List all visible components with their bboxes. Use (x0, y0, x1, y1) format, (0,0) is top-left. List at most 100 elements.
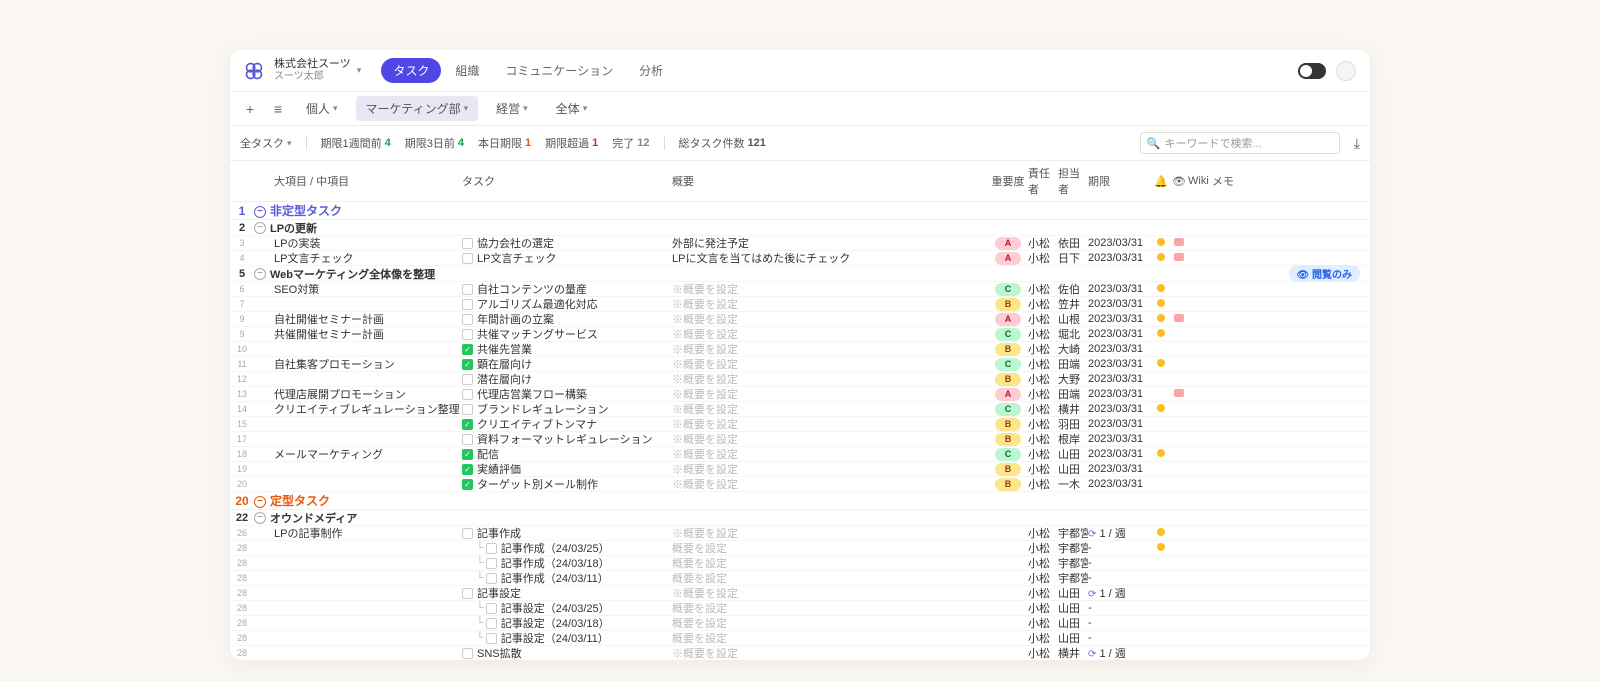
task-checkbox[interactable] (462, 253, 473, 264)
filter-bar: 全タスク▾ 期限1週間前 4 期限3日前 4 本日期限 1 期限超過 1 完了 … (230, 126, 1370, 161)
task-checkbox[interactable] (462, 528, 473, 539)
subsection-lp-update[interactable]: 2 − LPの更新 (230, 220, 1370, 236)
table-row[interactable]: 10 ✓共催先営業 ※概要を設定 B 小松 大崎 2023/03/31 (230, 342, 1370, 357)
download-icon[interactable]: ⤓ (1354, 135, 1360, 152)
bell-indicator (1157, 329, 1165, 337)
add-icon[interactable]: + (240, 99, 260, 119)
priority-badge: C (995, 448, 1021, 461)
filter-week[interactable]: 期限1週間前 4 (321, 135, 391, 151)
task-checkbox[interactable] (462, 299, 473, 310)
search-placeholder: キーワードで検索... (1165, 135, 1262, 151)
task-checkbox[interactable]: ✓ (462, 344, 473, 355)
col-category: 大項目 / 中項目 (270, 173, 462, 189)
col-deadline: 期限 (1088, 173, 1152, 189)
filter-3days[interactable]: 期限3日前 4 (405, 135, 464, 151)
task-checkbox[interactable] (462, 389, 473, 400)
menu-icon[interactable]: ≡ (268, 99, 288, 119)
repeat-icon: ⟳ (1088, 589, 1096, 600)
table-row[interactable]: 17 資料フォーマットレギュレーション ※概要を設定 B 小松 根岸 2023/… (230, 432, 1370, 447)
task-checkbox[interactable] (462, 238, 473, 249)
collapse-icon[interactable]: − (254, 268, 266, 280)
org-user: スーツ太郎 (274, 71, 351, 83)
collapse-icon[interactable]: − (254, 206, 266, 218)
task-checkbox[interactable] (462, 329, 473, 340)
priority-badge: B (995, 478, 1021, 491)
table-row[interactable]: 26 LPの記事制作 記事作成 ※概要を設定 小松 宇都宮 ⟳ 1 / 週 (230, 526, 1370, 541)
section-title: 非定型タスク (270, 202, 342, 219)
section-nonroutine[interactable]: 1 − 非定型タスク (230, 202, 1370, 220)
org-selector[interactable]: 株式会社スーツ スーツ太郎 ▾ (274, 58, 361, 83)
tab-analysis[interactable]: 分析 (627, 58, 675, 83)
task-checkbox[interactable]: ✓ (462, 479, 473, 490)
table-row[interactable]: 28 └記事設定（24/03/25） 概要を設定 小松 山田 - (230, 601, 1370, 616)
repeat-icon: ⟳ (1088, 529, 1096, 540)
org-name: 株式会社スーツ (274, 58, 351, 71)
table-row[interactable]: 18 メールマーケティング ✓配信 ※概要を設定 C 小松 山田 2023/03… (230, 447, 1370, 462)
collapse-icon[interactable]: − (254, 222, 266, 234)
table-row[interactable]: 13 代理店展開プロモーション 代理店営業フロー構築 ※概要を設定 A 小松 田… (230, 387, 1370, 402)
visibility-indicator (1174, 314, 1184, 322)
filter-overdue[interactable]: 期限超過 1 (545, 135, 598, 151)
filter-done[interactable]: 完了 12 (612, 135, 649, 151)
table-row[interactable]: 19 ✓実績評価 ※概要を設定 B 小松 山田 2023/03/31 (230, 462, 1370, 477)
app-window: 株式会社スーツ スーツ太郎 ▾ タスク 組織 コミュニケーション 分析 + ≡ … (230, 50, 1370, 660)
task-checkbox[interactable] (462, 404, 473, 415)
scope-all[interactable]: 全体▾ (546, 96, 598, 121)
table-row[interactable]: 20 ✓ターゲット別メール制作 ※概要を設定 B 小松 一木 2023/03/3… (230, 477, 1370, 492)
table-row[interactable]: 28 SNS拡散 ※概要を設定 小松 横井 ⟳ 1 / 週 (230, 646, 1370, 660)
task-checkbox[interactable]: ✓ (462, 359, 473, 370)
scope-personal[interactable]: 個人▾ (296, 96, 348, 121)
col-memo: メモ (1212, 173, 1236, 189)
table-row[interactable]: 28 └記事作成（24/03/11） 概要を設定 小松 宇都宮 - (230, 571, 1370, 586)
tab-comm[interactable]: コミュニケーション (493, 58, 625, 83)
task-checkbox[interactable] (462, 648, 473, 659)
priority-badge: B (995, 373, 1021, 386)
table-row[interactable]: 28 └記事作成（24/03/25） 概要を設定 小松 宇都宮 - (230, 541, 1370, 556)
table-row[interactable]: 7 アルゴリズム最適化対応 ※概要を設定 B 小松 笠井 2023/03/31 (230, 297, 1370, 312)
table-row[interactable]: 9 自社開催セミナー計画 年間計画の立案 ※概要を設定 A 小松 山根 2023… (230, 312, 1370, 327)
table-row[interactable]: 3 LPの実装 協力会社の選定 外部に発注予定 A 小松 依田 2023/03/… (230, 236, 1370, 251)
filter-today[interactable]: 本日期限 1 (478, 135, 531, 151)
table-row[interactable]: 28 記事設定 ※概要を設定 小松 山田 ⟳ 1 / 週 (230, 586, 1370, 601)
collapse-icon[interactable]: − (254, 496, 266, 508)
table-row[interactable]: 9 共催開催セミナー計画 共催マッチングサービス ※概要を設定 C 小松 堀北 … (230, 327, 1370, 342)
task-checkbox[interactable] (462, 284, 473, 295)
task-checkbox[interactable] (486, 633, 497, 644)
task-checkbox[interactable]: ✓ (462, 449, 473, 460)
search-input[interactable]: 🔍 キーワードで検索... (1140, 132, 1340, 154)
task-checkbox[interactable] (462, 374, 473, 385)
task-checkbox[interactable] (462, 434, 473, 445)
bell-icon: 🔔 (1152, 175, 1170, 188)
theme-toggle[interactable] (1298, 63, 1326, 79)
priority-badge: B (995, 418, 1021, 431)
task-checkbox[interactable] (486, 618, 497, 629)
collapse-icon[interactable]: − (254, 512, 266, 524)
table-row[interactable]: 15 ✓クリエイティブトンマナ ※概要を設定 B 小松 羽田 2023/03/3… (230, 417, 1370, 432)
user-avatar[interactable] (1336, 61, 1356, 81)
bell-indicator (1157, 404, 1165, 412)
table-row[interactable]: 28 └記事設定（24/03/18） 概要を設定 小松 山田 - (230, 616, 1370, 631)
task-checkbox[interactable] (486, 603, 497, 614)
table-row[interactable]: 28 └記事設定（24/03/11） 概要を設定 小松 山田 - (230, 631, 1370, 646)
tab-org[interactable]: 組織 (443, 58, 491, 83)
filter-all-tasks[interactable]: 全タスク▾ (240, 135, 292, 151)
table-row[interactable]: 28 └記事作成（24/03/18） 概要を設定 小松 宇都宮 - (230, 556, 1370, 571)
tab-task[interactable]: タスク (381, 58, 441, 83)
subsection-row[interactable]: 5 − Webマーケティング全体像を整理 👁 閲覧のみ (230, 266, 1370, 282)
task-checkbox[interactable]: ✓ (462, 464, 473, 475)
table-row[interactable]: 4 LP文言チェック LP文言チェック LPに文言を当てはめた後にチェック A … (230, 251, 1370, 266)
task-checkbox[interactable] (486, 573, 497, 584)
table-row[interactable]: 6 SEO対策 自社コンテンツの量産 ※概要を設定 C 小松 佐伯 2023/0… (230, 282, 1370, 297)
scope-department[interactable]: マーケティング部▾ (356, 96, 479, 121)
task-checkbox[interactable] (486, 558, 497, 569)
subsection-row[interactable]: 22 − オウンドメディア (230, 510, 1370, 526)
table-row[interactable]: 12 潜在層向け ※概要を設定 B 小松 大野 2023/03/31 (230, 372, 1370, 387)
scope-management[interactable]: 経営▾ (486, 96, 538, 121)
task-checkbox[interactable] (486, 543, 497, 554)
table-row[interactable]: 11 自社集客プロモーション ✓顕在層向け ※概要を設定 C 小松 田端 202… (230, 357, 1370, 372)
task-checkbox[interactable] (462, 314, 473, 325)
task-checkbox[interactable]: ✓ (462, 419, 473, 430)
section-row[interactable]: 20 − 定型タスク (230, 492, 1370, 510)
table-row[interactable]: 14 クリエイティブレギュレーション整理 ブランドレギュレーション ※概要を設定… (230, 402, 1370, 417)
task-checkbox[interactable] (462, 588, 473, 599)
